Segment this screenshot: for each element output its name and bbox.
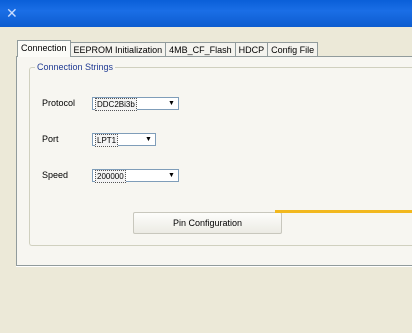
port-label: Port	[42, 134, 59, 144]
speed-value: 200000	[95, 170, 126, 183]
tab-connection[interactable]: Connection	[17, 40, 71, 57]
title-bar: ✕	[0, 0, 412, 27]
protocol-label: Protocol	[42, 98, 76, 108]
x-close-icon[interactable]: ✕	[6, 6, 20, 20]
protocol-select[interactable]: DDC2Bi3b ▼	[92, 97, 179, 111]
tab-eeprom-initialization[interactable]: EEPROM Initialization	[69, 42, 167, 57]
chevron-down-icon[interactable]: ▼	[166, 99, 177, 108]
port-value: LPT1	[95, 134, 119, 147]
protocol-value: DDC2Bi3b	[95, 98, 137, 111]
speed-label: Speed	[42, 170, 69, 180]
chevron-down-icon[interactable]: ▼	[166, 171, 177, 180]
group-title: Connection Strings	[35, 62, 116, 72]
speed-select[interactable]: 200000 ▼	[92, 169, 179, 183]
tab-panel-connection: Connection Strings Protocol DDC2Bi3b ▼ P…	[16, 56, 412, 266]
highlight-line	[275, 210, 412, 213]
tab-4mb-cf-flash[interactable]: 4MB_CF_Flash	[165, 42, 236, 57]
pin-configuration-button[interactable]: Pin Configuration	[133, 212, 282, 234]
port-select[interactable]: LPT1 ▼	[92, 133, 156, 147]
tab-strip: Connection EEPROM Initialization 4MB_CF_…	[17, 39, 319, 57]
chevron-down-icon[interactable]: ▼	[143, 135, 154, 144]
tab-hdcp[interactable]: HDCP	[234, 42, 269, 57]
connection-strings-group: Connection Strings Protocol DDC2Bi3b ▼ P…	[29, 62, 412, 246]
tab-config-file[interactable]: Config File	[267, 42, 319, 57]
divider	[16, 266, 412, 267]
